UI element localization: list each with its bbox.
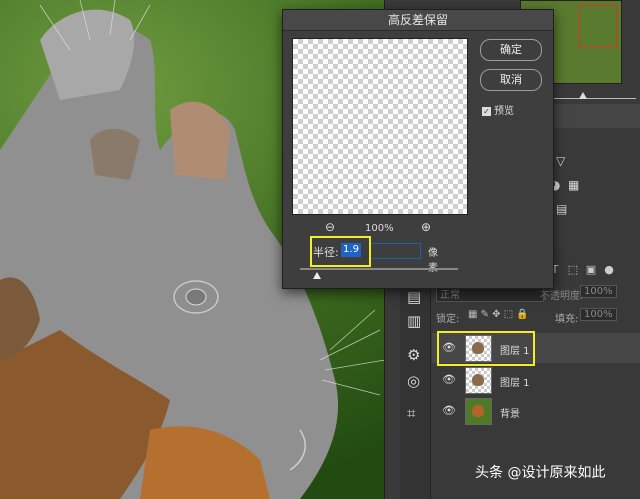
cancel-button[interactable]: 取消 [480, 69, 542, 91]
layer-thumbnail [465, 367, 492, 394]
opacity-label: 不透明度: [540, 291, 584, 302]
radius-field-border[interactable] [369, 243, 421, 259]
checkmark-icon: ✓ [482, 106, 491, 116]
fill-label: 填充: [555, 314, 579, 325]
watermark-text: 头条 @设计原来如此 [475, 465, 606, 481]
radius-highlight-box [310, 236, 371, 267]
radius-slider-knob[interactable] [313, 272, 321, 279]
gradient-icon[interactable]: ▤ [556, 202, 567, 216]
filter-preview[interactable] [292, 38, 468, 215]
layer-name: 背景 [500, 409, 520, 420]
navigator-zoom-knob[interactable] [579, 92, 587, 99]
nodes-icon[interactable]: ⚙ [407, 346, 420, 364]
preview-label: 预览 [494, 106, 514, 117]
layer-item-2[interactable]: 👁 图层 1 [432, 365, 640, 395]
panel-tab-strip [546, 104, 640, 128]
opacity-field[interactable]: 100% [580, 285, 617, 298]
eye-icon[interactable]: 👁 [442, 404, 456, 417]
navigator-view-frame[interactable] [579, 5, 617, 47]
lock-row: 锁定: ▦ ✎ ✥ ⬚ 🔒 填充: 100% [430, 307, 640, 325]
tool-strip: ▤ ▥ ⚙ ◎ ⌗ [400, 280, 431, 499]
zoom-out-icon[interactable]: ⊖ [325, 220, 335, 234]
book-icon[interactable]: ▤ [407, 288, 421, 306]
smart-filter-icon[interactable]: ▣ [582, 263, 600, 276]
lock-icons[interactable]: ▦ ✎ ✥ ⬚ 🔒 [468, 309, 529, 320]
dialog-title: 高反差保留 [283, 10, 553, 31]
crop-icon[interactable]: ⌗ [407, 404, 415, 422]
ok-button[interactable]: 确定 [480, 39, 542, 61]
cc-libraries-icon[interactable]: ◎ [407, 372, 420, 390]
toggle-filter-icon[interactable]: ● [600, 263, 618, 276]
triangle-down-icon[interactable]: ▽ [556, 154, 565, 168]
shape-filter-icon[interactable]: ⬚ [564, 263, 582, 276]
layer-item-background[interactable]: 👁 背景 [432, 396, 640, 426]
zoom-controls: ⊖ 100% ⊕ [323, 220, 433, 236]
layer-name: 图层 1 [500, 378, 530, 389]
layer-thumbnail [465, 398, 492, 425]
layer-filter-icons: T ⬚ ▣ ● [546, 258, 640, 278]
notes-icon[interactable]: ▥ [407, 312, 421, 330]
zoom-level: 100% [365, 223, 394, 234]
navigator-zoom-slider[interactable] [546, 98, 636, 99]
grid-icon[interactable]: ▦ [568, 178, 579, 192]
zoom-in-icon[interactable]: ⊕ [421, 220, 431, 234]
eye-icon[interactable]: 👁 [442, 373, 456, 386]
radius-slider-track[interactable] [300, 268, 458, 270]
layer-highlight-box [437, 331, 535, 366]
preview-checkbox[interactable]: ✓ 预览 [482, 102, 514, 117]
fill-field[interactable]: 100% [580, 308, 617, 321]
lock-label: 锁定: [436, 314, 460, 325]
